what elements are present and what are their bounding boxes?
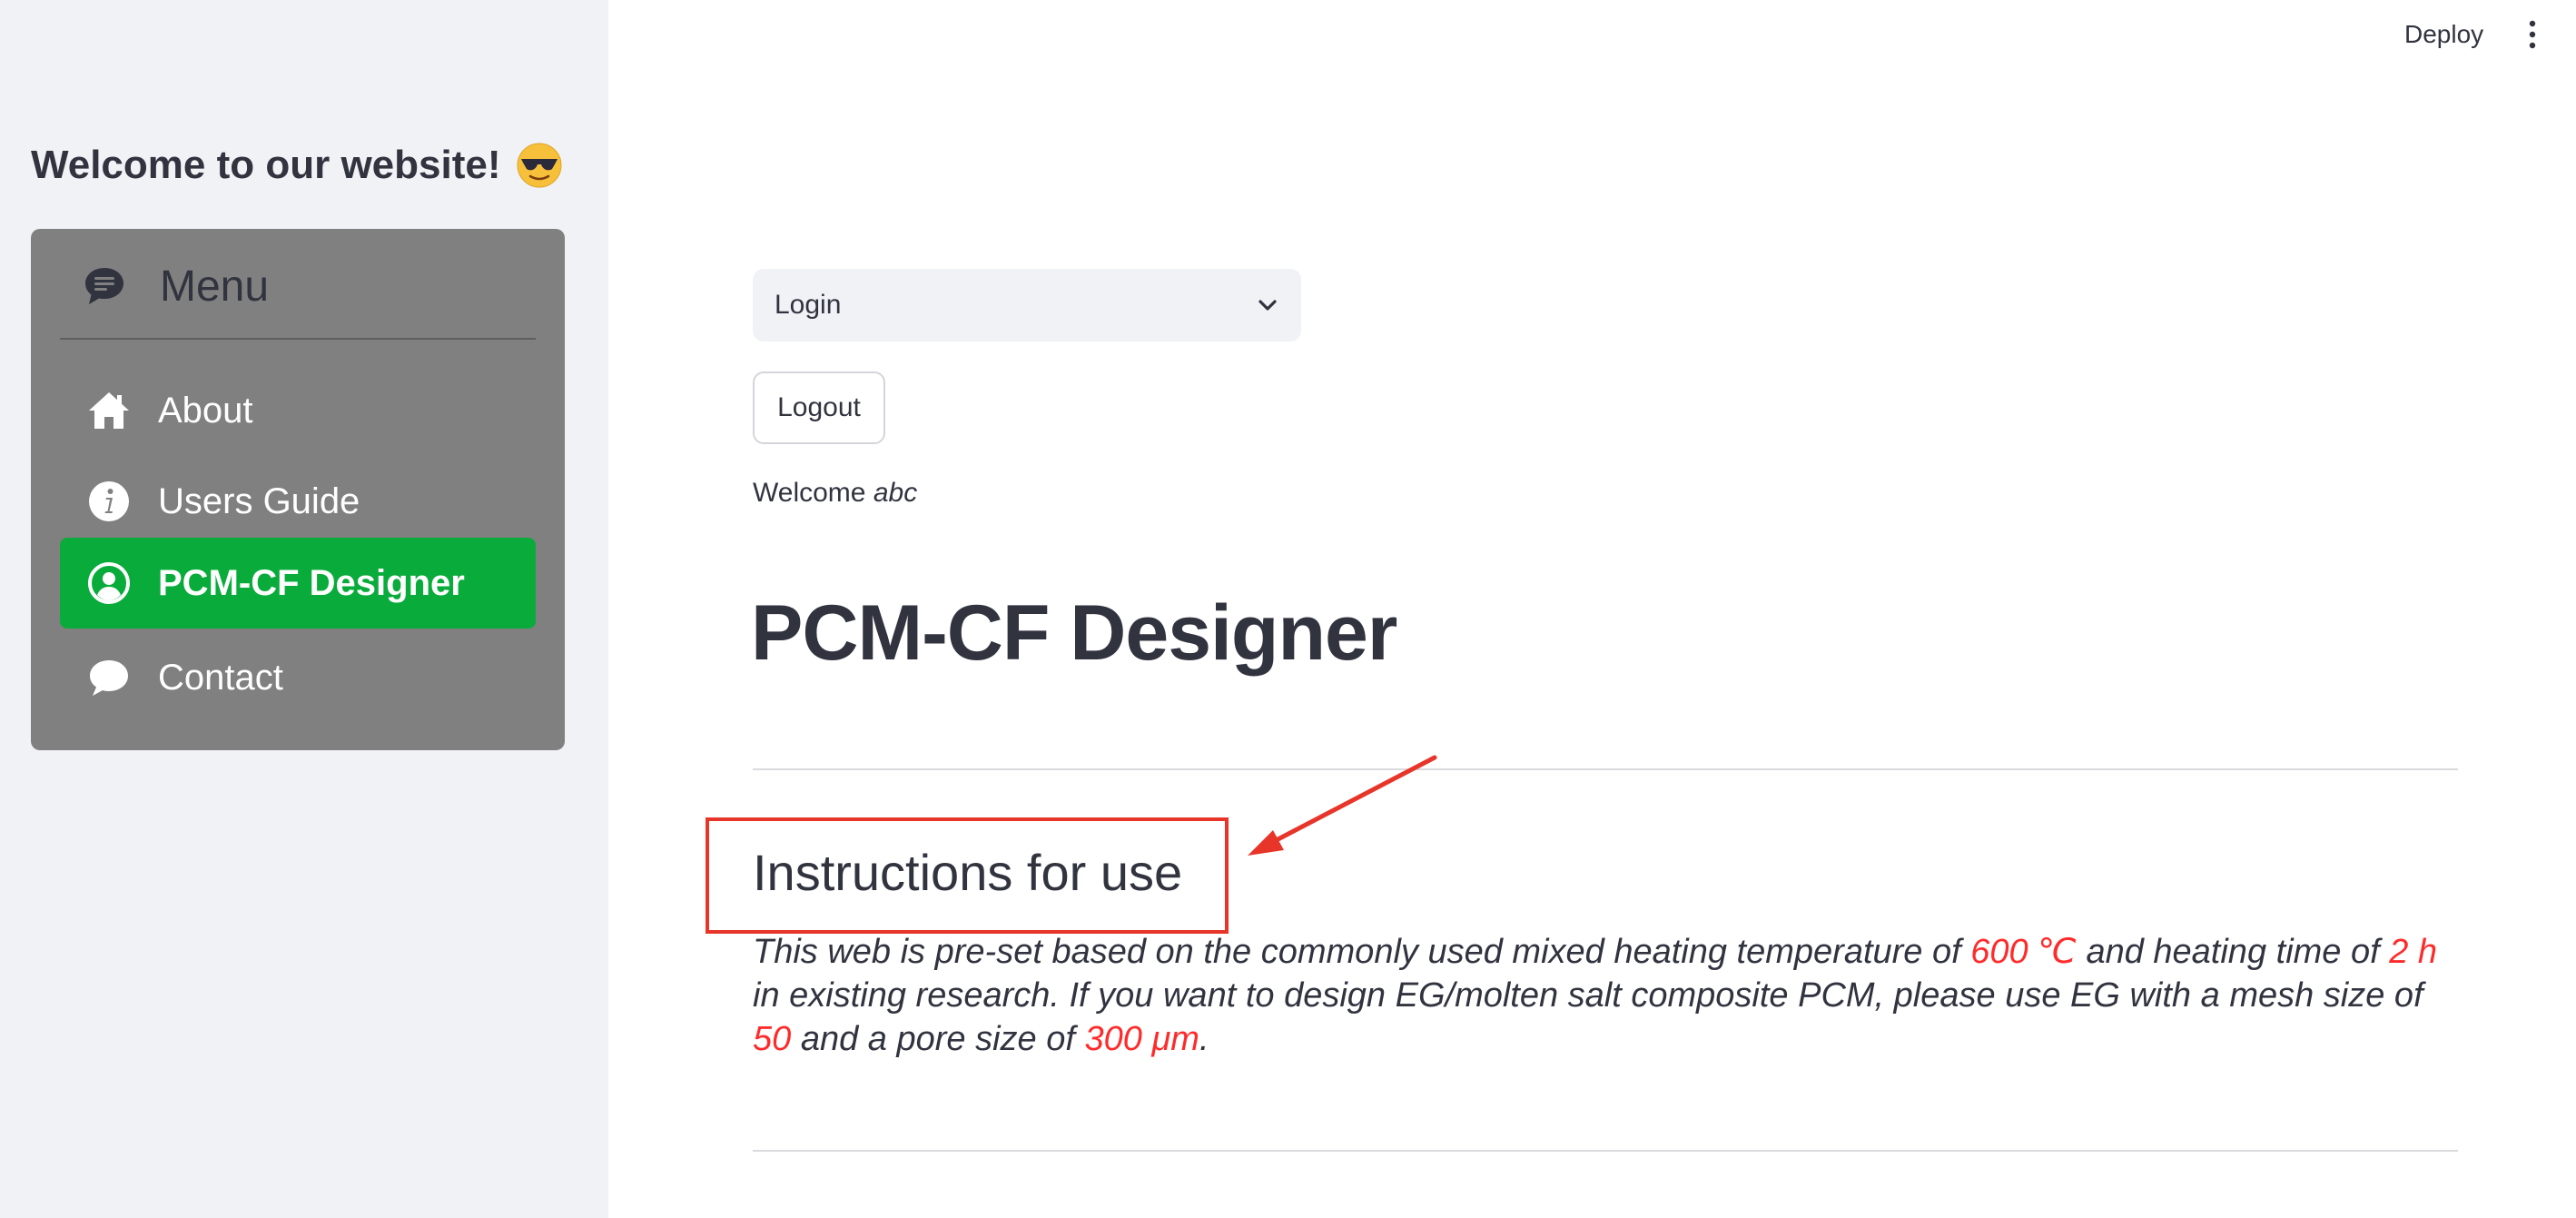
menu-item-label: About [158, 390, 253, 431]
temperature-value: 600 ℃ [1970, 933, 2077, 971]
sidebar-title-text: Welcome to our website! [31, 143, 501, 187]
annotation-arrow-icon [1248, 755, 1437, 856]
pore-size-value: 300 μm [1084, 1020, 1199, 1058]
person-circle-icon [87, 561, 131, 605]
menu-item-contact[interactable]: Contact [60, 632, 536, 723]
divider [753, 1150, 2458, 1152]
menu-item-about[interactable]: About [60, 365, 536, 456]
logout-button[interactable]: Logout [753, 371, 885, 444]
menu-header: Menu [82, 262, 269, 312]
chat-bubble-icon [87, 656, 131, 699]
page-title: PCM-CF Designer [751, 589, 1397, 677]
instructions-part: in existing research. If you want to des… [753, 976, 2423, 1015]
kebab-menu-icon[interactable] [2519, 18, 2546, 51]
house-icon [87, 389, 131, 432]
menu-item-pcm-cf-designer[interactable]: PCM-CF Designer [60, 538, 536, 629]
instructions-part: This web is pre-set based on the commonl… [753, 933, 1971, 971]
welcome-username: abc [873, 478, 918, 508]
menu-divider [60, 338, 536, 340]
sidebar-menu: Menu About Users Guide PCM-CF Designer C… [31, 229, 565, 750]
instructions-part: and heating time of [2076, 933, 2390, 971]
mesh-size-value: 50 [753, 1020, 792, 1058]
welcome-prefix: Welcome [753, 478, 866, 508]
menu-item-label: Users Guide [158, 480, 360, 521]
chat-square-text-icon [85, 267, 123, 304]
instructions-text: This web is pre-set based on the commonl… [753, 930, 2458, 1061]
instructions-part: and a pore size of [791, 1020, 1085, 1058]
welcome-message: Welcome abc [753, 478, 917, 509]
section-heading: Instructions for use [753, 844, 1183, 901]
deploy-button[interactable]: Deploy [2397, 16, 2491, 53]
chevron-down-icon [1258, 300, 1277, 311]
sunglasses-emoji-icon [517, 143, 561, 188]
menu-item-users-guide[interactable]: Users Guide [60, 456, 536, 547]
login-select[interactable]: Login [753, 269, 1301, 342]
heating-time-value: 2 h [2389, 933, 2438, 971]
menu-title: Menu [160, 262, 270, 311]
menu-item-label: PCM-CF Designer [158, 562, 465, 603]
menu-item-label: Contact [158, 657, 283, 698]
login-select-value: Login [775, 290, 842, 320]
sidebar: Welcome to our website! Menu About Users… [0, 0, 608, 1218]
instructions-part: . [1199, 1020, 1209, 1058]
sidebar-title: Welcome to our website! [31, 142, 563, 189]
divider [753, 768, 2458, 770]
info-circle-icon [87, 480, 131, 523]
app-root: Welcome to our website! Menu About Users… [0, 0, 2576, 1218]
